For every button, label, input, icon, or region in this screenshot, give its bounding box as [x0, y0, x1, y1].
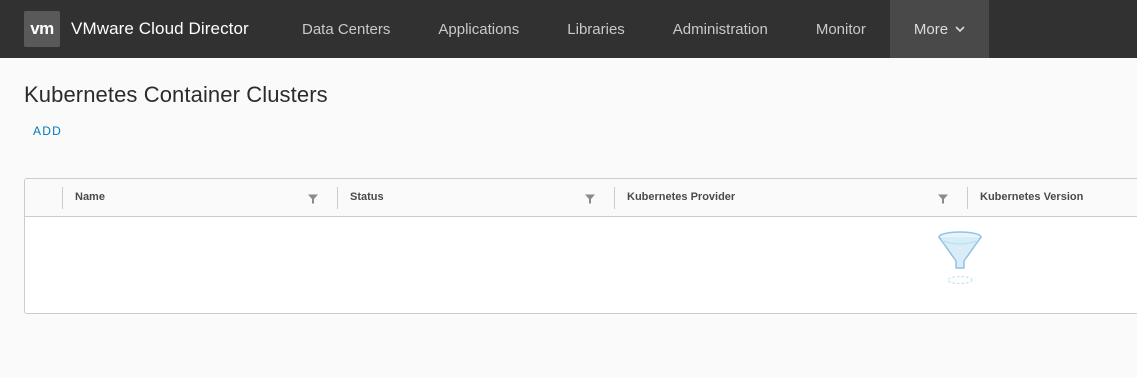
add-button[interactable]: ADD	[33, 124, 62, 138]
column-separator	[62, 187, 63, 209]
nav-data-centers[interactable]: Data Centers	[278, 0, 414, 58]
column-header-status[interactable]: Status	[350, 191, 384, 203]
nav-libraries[interactable]: Libraries	[543, 0, 649, 58]
filter-icon[interactable]	[584, 192, 596, 204]
nav-applications[interactable]: Applications	[414, 0, 543, 58]
filter-icon[interactable]	[307, 192, 319, 204]
app-title: VMware Cloud Director	[71, 19, 249, 38]
vmware-logo: vm	[24, 11, 60, 47]
nav-more-label: More	[913, 20, 949, 38]
datagrid-header: Name Status Kubernetes Provider Kubernet…	[25, 179, 1137, 217]
column-separator[interactable]	[967, 187, 968, 209]
page-title: Kubernetes Container Clusters	[24, 82, 328, 107]
empty-filter-funnel-icon	[936, 231, 984, 292]
nav-more[interactable]: More	[889, 0, 990, 58]
main-nav: Data Centers Applications Libraries Admi…	[278, 0, 990, 58]
column-separator[interactable]	[614, 187, 615, 209]
column-separator[interactable]	[337, 187, 338, 209]
column-header-kubernetes-provider[interactable]: Kubernetes Provider	[627, 191, 735, 203]
nav-monitor[interactable]: Monitor	[792, 0, 890, 58]
filter-icon[interactable]	[937, 192, 949, 204]
clusters-datagrid: Name Status Kubernetes Provider Kubernet…	[24, 178, 1137, 314]
column-header-kubernetes-version[interactable]: Kubernetes Version	[980, 191, 1083, 203]
chevron-down-icon	[955, 25, 965, 33]
column-header-name[interactable]: Name	[75, 191, 105, 203]
top-nav-bar: vm VMware Cloud Director Data Centers Ap…	[0, 0, 1137, 58]
brand[interactable]: vm VMware Cloud Director	[0, 0, 278, 58]
nav-administration[interactable]: Administration	[649, 0, 792, 58]
